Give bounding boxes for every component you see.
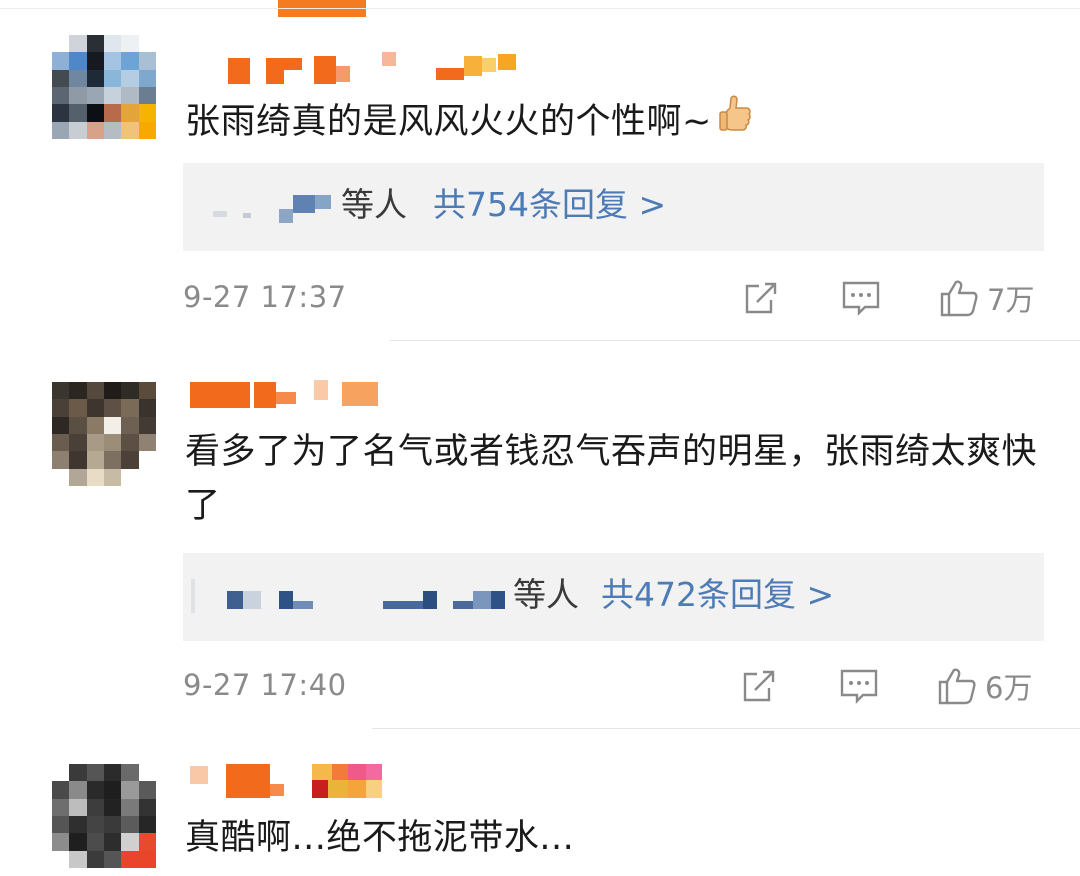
comment-time: 9-27 17:40 — [183, 668, 347, 702]
comment-text: 真酷啊...绝不拖泥带水... — [185, 818, 575, 858]
top-edge — [0, 0, 1080, 17]
avatar[interactable] — [52, 382, 156, 486]
like-count: 6万 — [985, 671, 1033, 705]
avatar[interactable] — [52, 764, 156, 868]
like-count: 7万 — [987, 283, 1035, 317]
comment-icon — [842, 281, 880, 316]
comment-button[interactable] — [839, 664, 879, 708]
reply-preview[interactable]: 等人 共472条回复 > — [183, 553, 1044, 641]
like-button[interactable]: 6万 — [937, 664, 1032, 708]
comment-divider — [390, 340, 1080, 341]
username-blurred[interactable] — [188, 378, 408, 410]
top-divider — [0, 8, 1080, 9]
comment-text: 看多了为了名气或者钱忍气吞声的明星，张雨绮太爽快了 — [185, 432, 1038, 526]
share-button[interactable] — [743, 276, 781, 320]
reply-etc-label: 等人 — [513, 575, 579, 614]
username-blurred[interactable] — [188, 52, 528, 84]
comment-text-content: 张雨绮真的是风风火火的个性啊~ — [185, 102, 712, 142]
comment-meta: 9-27 17:37 7万 — [183, 276, 1044, 320]
share-icon — [745, 282, 777, 314]
comment-icon — [840, 669, 878, 704]
comment-divider — [372, 728, 1080, 729]
reply-count-link[interactable]: 共472条回复 > — [601, 573, 834, 617]
comment-meta: 9-27 17:40 6万 — [183, 664, 1044, 708]
reply-etc-label: 等人 — [341, 185, 407, 224]
comment-time: 9-27 17:37 — [183, 280, 347, 314]
thumbs-up-emoji-icon — [718, 94, 754, 152]
avatar[interactable] — [52, 35, 156, 139]
reply-preview[interactable]: 等人 共754条回复 > — [183, 163, 1044, 251]
like-button[interactable]: 7万 — [939, 276, 1034, 320]
reply-count-link[interactable]: 共754条回复 > — [433, 183, 666, 227]
like-icon — [938, 668, 976, 705]
username-blurred[interactable] — [188, 764, 408, 798]
share-icon — [743, 670, 775, 702]
comment-button[interactable] — [841, 276, 881, 320]
comment-text: 张雨绮真的是风风火火的个性啊~ — [185, 94, 1055, 152]
like-icon — [940, 280, 978, 317]
share-button[interactable] — [741, 664, 779, 708]
